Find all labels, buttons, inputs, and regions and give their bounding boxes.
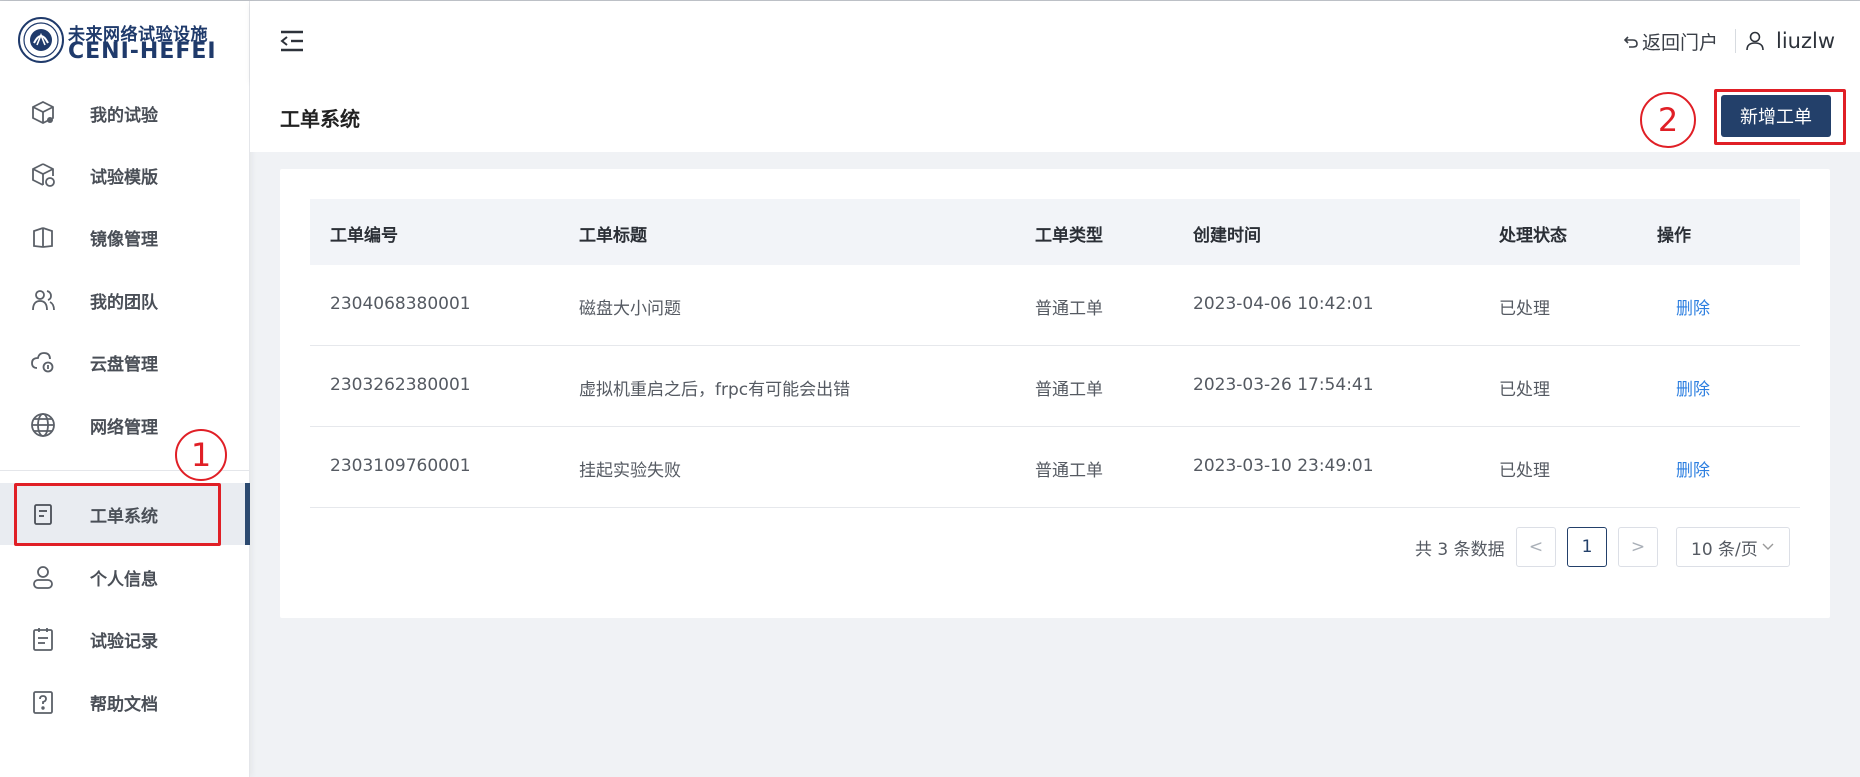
page-header: 工单系统 新增工单	[250, 81, 1860, 152]
user-icon	[1746, 31, 1764, 51]
ticket-created: 2023-04-06 10:42:01	[1193, 294, 1374, 314]
chevron-right-icon: >	[1630, 537, 1646, 557]
ticket-created: 2023-03-26 17:54:41	[1193, 375, 1374, 395]
sidebar-item-my-experiments[interactable]: 我的试验	[0, 82, 250, 144]
sidebar-item-label: 试验记录	[90, 631, 158, 652]
ticket-status: 已处理	[1499, 461, 1550, 481]
column-header-type: 工单类型	[1035, 226, 1103, 246]
ticket-id: 2304068380001	[330, 294, 471, 314]
mirror-book-icon	[29, 223, 57, 251]
sidebar-item-profile[interactable]: 个人信息	[0, 546, 250, 608]
ticket-status: 已处理	[1499, 380, 1550, 400]
ticket-created: 2023-03-10 23:49:01	[1193, 456, 1374, 476]
table-row: 2304068380001 磁盘大小问题 普通工单 2023-04-06 10:…	[310, 265, 1800, 346]
sidebar-item-label: 网络管理	[90, 417, 158, 438]
cube-template-icon	[29, 161, 57, 189]
column-header-title: 工单标题	[579, 226, 647, 246]
sidebar-item-label: 试验模版	[90, 167, 158, 188]
pagination-total: 共 3 条数据	[1415, 540, 1505, 560]
sidebar: 未来网络试验设施 CENI-HEFEI 我的试验 试验模版 镜像管理 我的团队 …	[0, 1, 250, 777]
sidebar-item-help-docs[interactable]: 帮助文档	[0, 671, 250, 733]
annotation-highlight-new-button	[1714, 89, 1846, 145]
logo-name-en: CENI-HEFEI	[68, 39, 217, 64]
annotation-marker-2: 2	[1640, 92, 1696, 148]
collapse-menu-icon[interactable]	[279, 29, 305, 53]
column-header-status: 处理状态	[1499, 226, 1567, 246]
help-doc-icon	[29, 688, 57, 716]
return-arrow-icon	[1624, 33, 1638, 49]
ticket-type: 普通工单	[1035, 380, 1103, 400]
username: liuzlw	[1776, 29, 1836, 53]
ticket-table: 工单编号 工单标题 工单类型 创建时间 处理状态 操作 230406838000…	[310, 199, 1800, 508]
page-number-button[interactable]: 1	[1567, 527, 1607, 567]
sidebar-item-label: 云盘管理	[90, 354, 158, 375]
delete-link[interactable]: 删除	[1676, 456, 1710, 481]
sidebar-item-label: 镜像管理	[90, 229, 158, 250]
chevron-down-icon	[1762, 543, 1774, 551]
page-size-value: 10 条/页	[1691, 539, 1758, 560]
delete-link[interactable]: 删除	[1676, 375, 1710, 400]
ticket-status: 已处理	[1499, 299, 1550, 319]
user-menu[interactable]: liuzlw	[1746, 28, 1835, 54]
ticket-title: 挂起实验失败	[579, 461, 681, 481]
back-to-portal-label: 返回门户	[1642, 31, 1719, 54]
table-row: 2303262380001 虚拟机重启之后，frpc有可能会出错 普通工单 20…	[310, 346, 1800, 427]
ticket-type: 普通工单	[1035, 299, 1103, 319]
table-row: 2303109760001 挂起实验失败 普通工单 2023-03-10 23:…	[310, 427, 1800, 508]
page-title: 工单系统	[280, 107, 360, 131]
column-header-action: 操作	[1657, 226, 1691, 246]
sidebar-item-label: 我的试验	[90, 105, 158, 126]
user-icon	[29, 563, 57, 591]
page-size-select[interactable]: 10 条/页	[1676, 527, 1790, 567]
annotation-highlight-ticket-menu	[14, 483, 221, 546]
sidebar-item-label: 帮助文档	[90, 694, 158, 715]
chevron-left-icon: <	[1528, 537, 1544, 557]
ticket-table-card: 工单编号 工单标题 工单类型 创建时间 处理状态 操作 230406838000…	[280, 169, 1830, 618]
sidebar-item-cloud-disk[interactable]: 云盘管理	[0, 331, 250, 393]
prev-page-button[interactable]: <	[1516, 527, 1556, 567]
globe-icon	[29, 411, 57, 439]
table-header: 工单编号 工单标题 工单类型 创建时间 处理状态 操作	[310, 199, 1800, 265]
sidebar-item-experiment-templates[interactable]: 试验模版	[0, 144, 250, 206]
sidebar-item-label: 我的团队	[90, 292, 158, 313]
top-header: 返回门户 liuzlw	[250, 1, 1860, 81]
delete-link[interactable]: 删除	[1676, 294, 1710, 319]
sidebar-item-my-team[interactable]: 我的团队	[0, 269, 250, 331]
logo-emblem-icon	[18, 17, 64, 63]
cube-box-icon	[29, 99, 57, 127]
ticket-type: 普通工单	[1035, 461, 1103, 481]
ticket-title: 虚拟机重启之后，frpc有可能会出错	[579, 380, 851, 400]
column-header-id: 工单编号	[330, 226, 398, 246]
sidebar-item-image-management[interactable]: 镜像管理	[0, 206, 250, 268]
next-page-button[interactable]: >	[1618, 527, 1658, 567]
back-to-portal-link[interactable]: 返回门户	[1624, 28, 1718, 54]
ticket-id: 2303109760001	[330, 456, 471, 476]
logo[interactable]: 未来网络试验设施 CENI-HEFEI	[18, 17, 228, 65]
clipboard-icon	[29, 625, 57, 653]
ticket-id: 2303262380001	[330, 375, 471, 395]
header-separator	[1735, 29, 1736, 53]
ticket-title: 磁盘大小问题	[579, 299, 681, 319]
active-indicator	[245, 483, 250, 545]
column-header-created: 创建时间	[1193, 226, 1261, 246]
team-icon	[29, 286, 57, 314]
annotation-marker-1: 1	[175, 429, 227, 481]
sidebar-item-label: 个人信息	[90, 569, 158, 590]
pagination: 共 3 条数据 < 1 > 10 条/页	[280, 527, 1830, 567]
sidebar-item-experiment-records[interactable]: 试验记录	[0, 608, 250, 670]
cloud-disk-icon	[29, 348, 57, 376]
